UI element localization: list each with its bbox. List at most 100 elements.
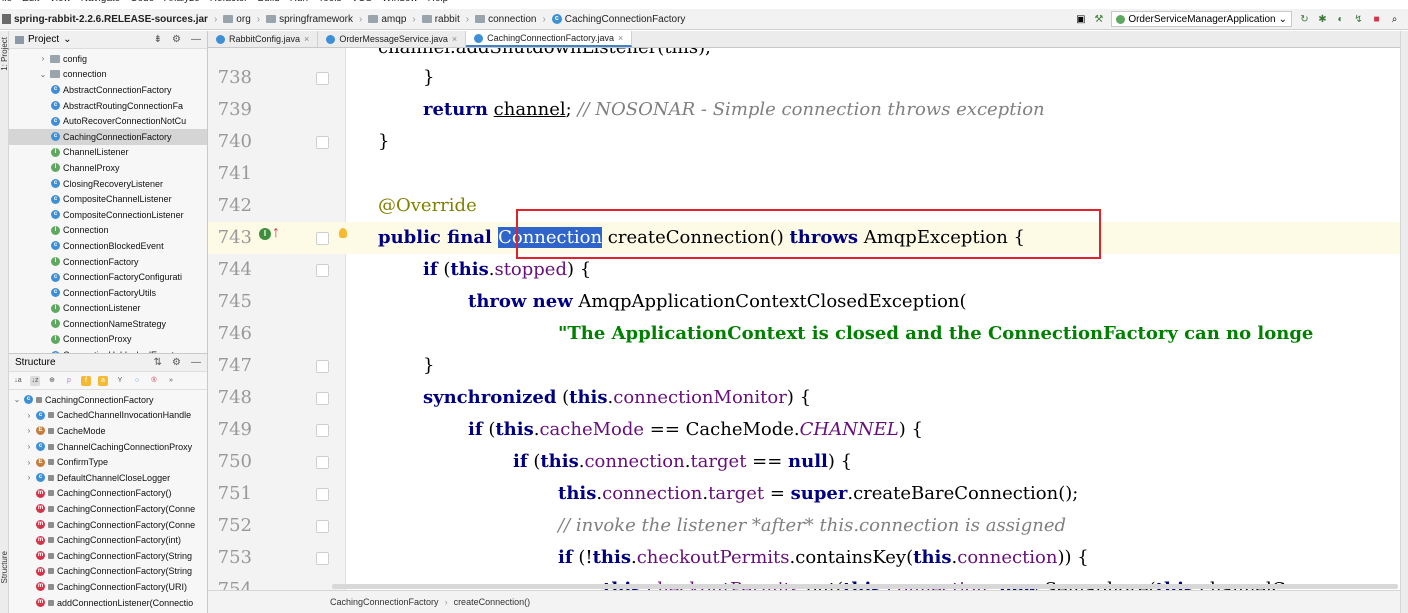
tree-item[interactable]: › config	[9, 51, 207, 67]
structure-tool-tab[interactable]: Structure	[0, 551, 9, 583]
fold-marker-icon[interactable]	[316, 136, 329, 149]
tree-item[interactable]: c ConnectionFactoryUtils	[9, 285, 207, 301]
code-line[interactable]: 745 throw new AmqpApplicationContextClose…	[208, 286, 1400, 318]
breadcrumb-item-springframework[interactable]: springframework	[266, 14, 353, 25]
structure-item[interactable]: m CachingConnectionFactory()	[9, 486, 207, 502]
chevron-right-icon[interactable]: ›	[25, 442, 33, 451]
structure-item[interactable]: › E ConfirmType	[9, 454, 207, 470]
tree-item[interactable]: I ConnectionProxy	[9, 332, 207, 348]
collapse-all-icon[interactable]: ⇟	[154, 34, 162, 45]
chevron-right-icon[interactable]: ›	[25, 458, 33, 467]
search-icon[interactable]: ⌕	[1389, 14, 1400, 25]
overrides-method-icon[interactable]: I	[259, 228, 271, 240]
structure-item[interactable]: m CachingConnectionFactory(URI)	[9, 579, 207, 595]
fold-marker-icon[interactable]	[316, 264, 329, 277]
structure-item[interactable]: m addConnectionListener(Connectio	[9, 595, 207, 611]
hide-icon[interactable]: —	[191, 357, 201, 368]
chevron-down-icon[interactable]: ⌄	[39, 70, 47, 79]
structure-item[interactable]: m CachingConnectionFactory(Conne	[9, 517, 207, 533]
menu-item[interactable]: Build	[258, 0, 280, 7]
project-view-select[interactable]: Project	[28, 34, 59, 45]
fold-marker-icon[interactable]	[316, 360, 329, 373]
close-icon[interactable]: ×	[304, 34, 309, 44]
close-icon[interactable]: ×	[618, 33, 623, 43]
rerun-icon[interactable]: ↻	[1299, 14, 1310, 25]
chevron-down-icon[interactable]: ⌄	[63, 34, 71, 45]
code-line[interactable]: 743 public final Connection createConnect…	[208, 222, 1400, 254]
footer-crumb-method[interactable]: createConnection()	[454, 597, 531, 607]
structure-item[interactable]: m CachingConnectionFactory(int)	[9, 532, 207, 548]
tree-item[interactable]: c ConnectionBlockedEvent	[9, 238, 207, 254]
menu-item[interactable]: Navigate	[81, 0, 120, 7]
code-line[interactable]: 738}	[208, 62, 1400, 94]
gear-icon[interactable]: ⚙	[172, 34, 181, 45]
tree-item[interactable]: c AutoRecoverConnectionNotCu	[9, 113, 207, 129]
breadcrumb-jar[interactable]: spring-rabbit-2.2.6.RELEASE-sources.jar	[2, 14, 208, 25]
chevron-right-icon[interactable]: ›	[25, 411, 33, 420]
code-editor[interactable]: channel.addShutdownListener(this); 738}7…	[208, 48, 1400, 590]
tree-item[interactable]: I ConnectionFactory	[9, 254, 207, 270]
structure-item[interactable]: › c DefaultChannelCloseLogger	[9, 470, 207, 486]
chevron-right-icon[interactable]: ›	[39, 54, 47, 63]
breadcrumb-item-file[interactable]: c CachingConnectionFactory	[551, 14, 685, 25]
footer-crumb-class[interactable]: CachingConnectionFactory	[330, 597, 439, 607]
debug-icon[interactable]: ✱	[1317, 14, 1328, 25]
breadcrumb-item-org[interactable]: org	[223, 14, 251, 25]
menu-item[interactable]: Code	[130, 0, 154, 7]
structure-item[interactable]: › c ChannelCachingConnectionProxy	[9, 439, 207, 455]
tree-item[interactable]: c AbstractConnectionFactory	[9, 82, 207, 98]
autoscroll-icon[interactable]: ○	[132, 376, 142, 386]
tree-item[interactable]: I ConnectionListener	[9, 301, 207, 317]
profile-icon[interactable]: ↯	[1353, 14, 1364, 25]
menu-item[interactable]: Run	[290, 0, 308, 7]
more-icon[interactable]: »	[166, 376, 176, 386]
tree-item[interactable]: c ClosingRecoveryListener	[9, 176, 207, 192]
breadcrumb-item-connection[interactable]: connection	[475, 14, 536, 25]
breadcrumb-item-rabbit[interactable]: rabbit	[421, 14, 460, 25]
coverage-icon[interactable]: ◐	[1335, 14, 1346, 25]
menu-item[interactable]: Refactor	[210, 0, 248, 7]
show-fields-icon[interactable]: p	[64, 376, 74, 386]
structure-item[interactable]: › E CacheMode	[9, 423, 207, 439]
menu-item[interactable]: Edit	[22, 0, 39, 7]
tree-item[interactable]: I ChannelProxy	[9, 160, 207, 176]
editor-tab[interactable]: RabbitConfig.java ×	[208, 31, 319, 47]
chevron-right-icon[interactable]: ›	[25, 473, 33, 482]
fold-marker-icon[interactable]	[316, 72, 329, 85]
structure-view-icon[interactable]: ▣	[1075, 14, 1086, 25]
chevron-right-icon[interactable]: ›	[25, 426, 33, 435]
fold-marker-icon[interactable]	[316, 456, 329, 469]
editor-tab[interactable]: CachingConnectionFactory.java ×	[466, 31, 633, 47]
show-inherited-icon[interactable]: Y	[115, 376, 125, 386]
menu-item[interactable]: Tools	[318, 0, 341, 7]
close-icon[interactable]: ×	[452, 34, 457, 44]
code-line[interactable]: 742 @Override	[208, 190, 1400, 222]
structure-item[interactable]: m CachingConnectionFactory(String	[9, 548, 207, 564]
sort-by-type-icon[interactable]: ↓a	[13, 376, 23, 386]
code-line[interactable]: 751 this.connection.target = super.create…	[208, 478, 1400, 510]
fold-marker-icon[interactable]	[316, 488, 329, 501]
code-line[interactable]: 746 "The ApplicationContext is closed and…	[208, 318, 1400, 350]
fold-marker-icon[interactable]	[316, 424, 329, 437]
tree-item[interactable]: c ConnectionFactoryConfigurati	[9, 269, 207, 285]
code-line[interactable]: 744 if (this.stopped) {	[208, 254, 1400, 286]
implements-up-arrow-icon[interactable]: ↑	[272, 224, 280, 242]
code-line[interactable]: 750 if (this.connection.target == null) {	[208, 446, 1400, 478]
tree-item[interactable]: c AbstractRoutingConnectionFa	[9, 98, 207, 114]
project-tool-tab[interactable]: 1: Project	[0, 37, 9, 71]
tree-item[interactable]: c CachingConnectionFactory	[9, 128, 207, 145]
tree-item[interactable]: I Connection	[9, 223, 207, 239]
sort-icon[interactable]: ⇅	[154, 357, 162, 368]
code-line[interactable]: 747}	[208, 350, 1400, 382]
show-anonymous-icon[interactable]: ®	[149, 376, 159, 386]
run-configuration-select[interactable]: OrderServiceManagerApplication ⌄	[1111, 11, 1292, 27]
fold-marker-icon[interactable]	[316, 520, 329, 533]
structure-item[interactable]: m CachingConnectionFactory(Conne	[9, 501, 207, 517]
tree-item[interactable]: c CompositeChannelListener	[9, 191, 207, 207]
tree-item[interactable]: c CompositeConnectionListener	[9, 207, 207, 223]
structure-item[interactable]: ⌄ c CachingConnectionFactory	[9, 392, 207, 408]
fold-marker-icon[interactable]	[316, 392, 329, 405]
stop-icon[interactable]: ■	[1371, 14, 1382, 25]
fold-marker-icon[interactable]	[316, 552, 329, 565]
menu-item[interactable]: Help	[428, 0, 449, 7]
